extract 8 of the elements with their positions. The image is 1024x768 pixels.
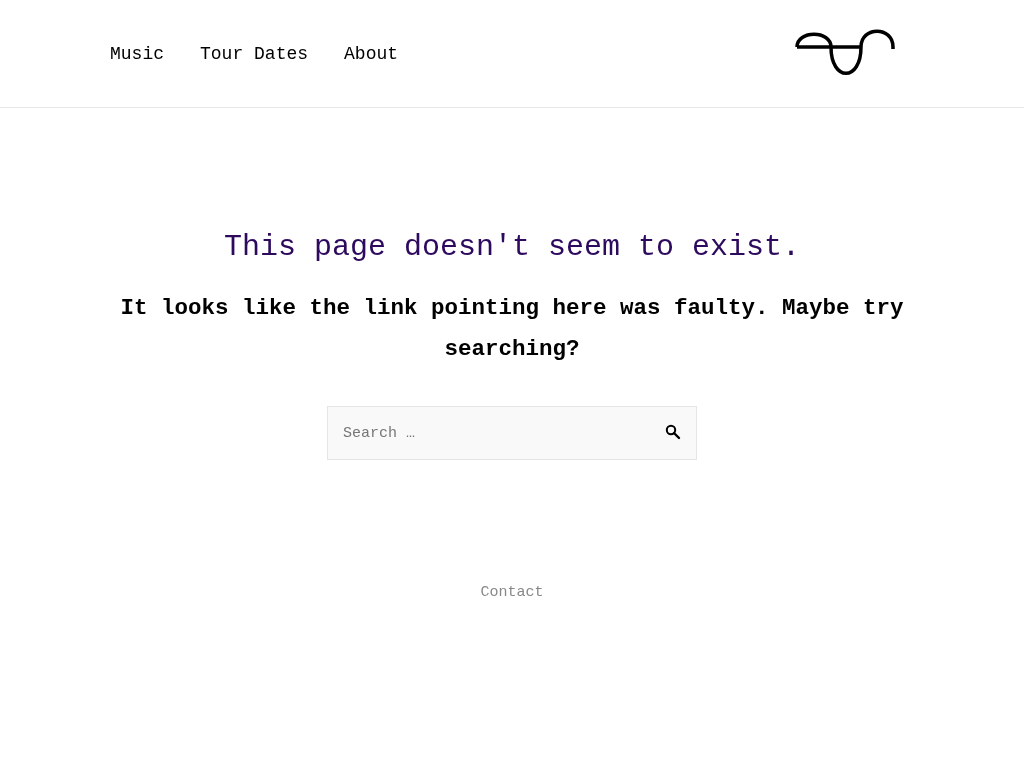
search-icon[interactable]	[665, 424, 681, 440]
nav-link[interactable]: Tour Dates	[200, 43, 309, 64]
nav-link[interactable]: Music	[110, 43, 164, 64]
error-message: It looks like the link pointing here was faulty. Maybe try searching?	[119, 294, 905, 364]
search-field[interactable]: Search …	[327, 406, 697, 460]
nav-link[interactable]: About	[344, 43, 399, 64]
footer-link[interactable]: Contact	[480, 584, 544, 601]
error-title: This page doesn't seem to exist.	[223, 229, 801, 266]
